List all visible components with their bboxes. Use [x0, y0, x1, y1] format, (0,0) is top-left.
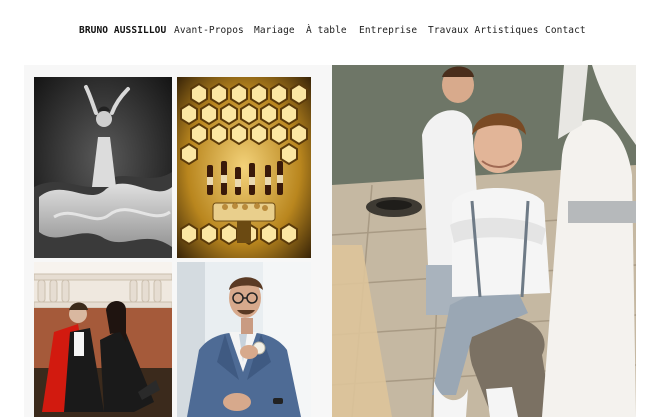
gallery-photo-wine-cellar[interactable] — [177, 77, 311, 258]
nav-item-travaux-artistiques[interactable]: Travaux Artistiques — [428, 23, 539, 39]
photo-gallery — [24, 65, 636, 417]
gallery-photo-costumes[interactable] — [34, 262, 172, 417]
wine-cellar-image — [177, 77, 311, 258]
boy-image — [332, 65, 636, 417]
gallery-photo-dancer[interactable] — [34, 77, 172, 258]
gallery-photo-boy[interactable] — [332, 65, 636, 417]
nav-item-mariage[interactable]: Mariage — [254, 23, 295, 39]
nav-item-avant-propos[interactable]: Avant-Propos — [174, 23, 244, 39]
gallery-photo-groom[interactable] — [177, 262, 311, 417]
nav-item-a-table[interactable]: À table — [306, 23, 347, 39]
main-nav: BRUNO AUSSILLOU Avant-Propos Mariage À t… — [0, 23, 651, 39]
nav-brand-link[interactable]: BRUNO AUSSILLOU — [79, 23, 166, 39]
costumes-image — [34, 262, 172, 417]
nav-item-entreprise[interactable]: Entreprise — [359, 23, 417, 39]
dancer-image — [34, 77, 172, 258]
nav-item-contact[interactable]: Contact — [545, 23, 586, 39]
groom-image — [177, 262, 311, 417]
